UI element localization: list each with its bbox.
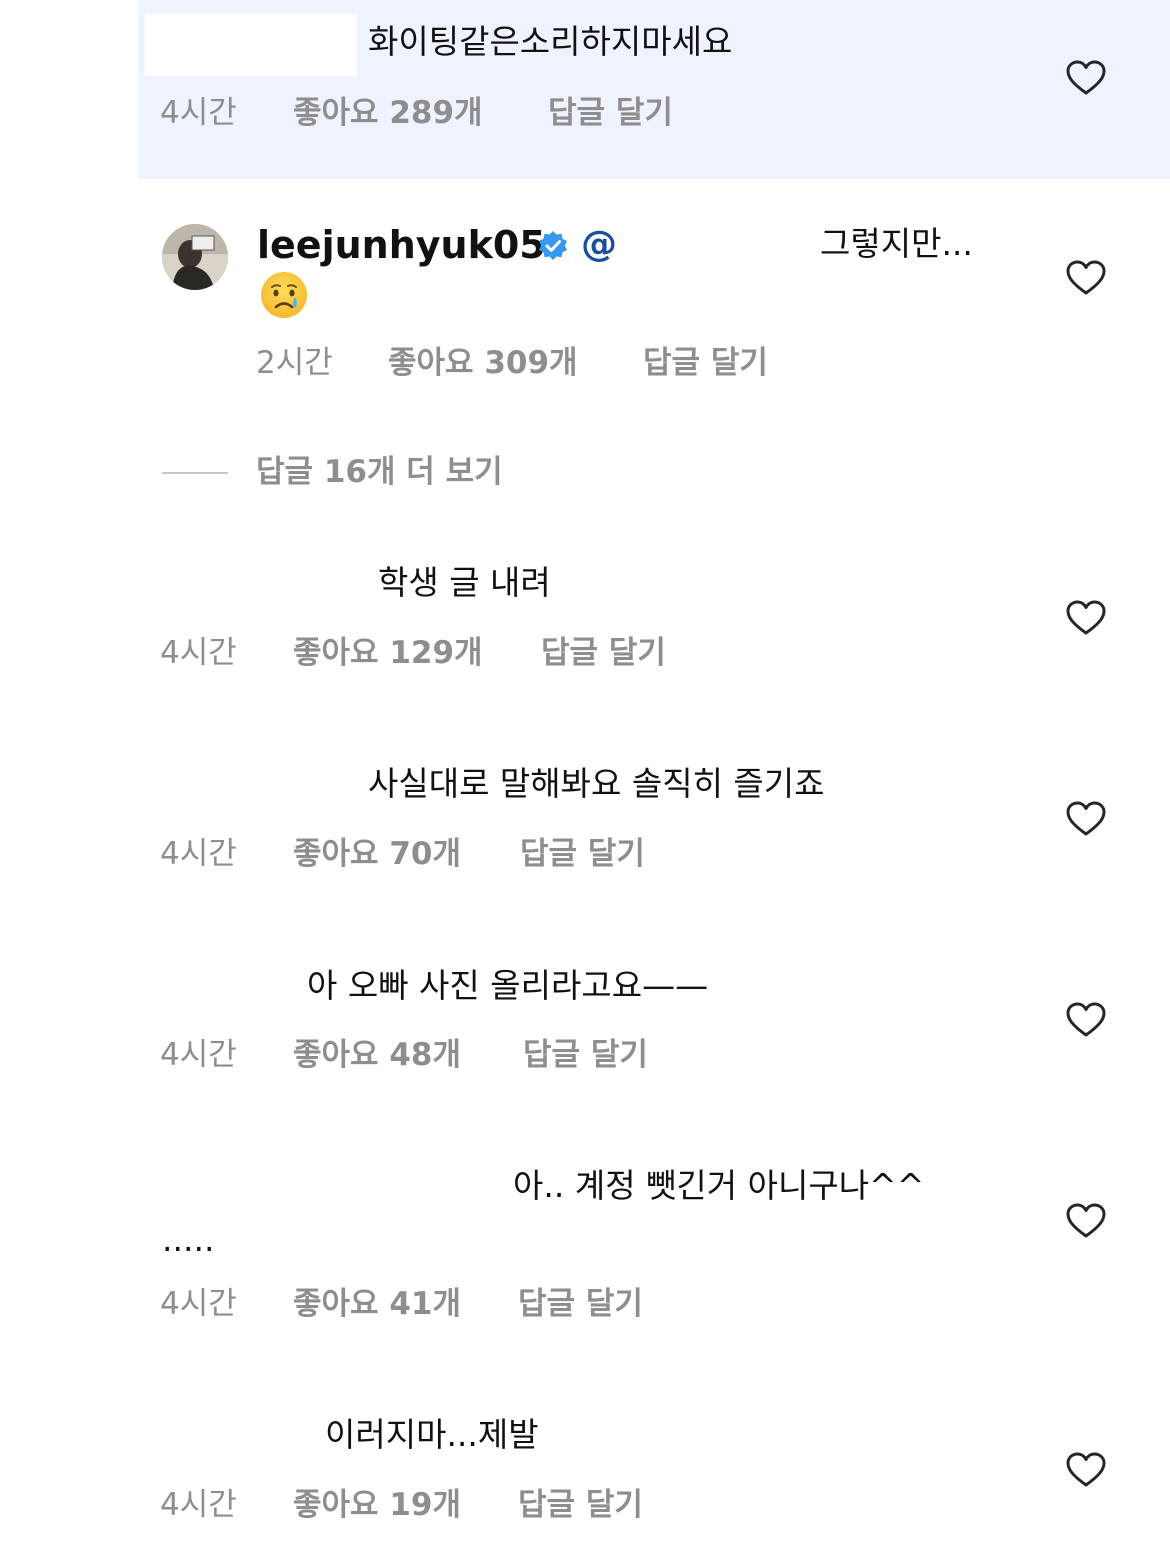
like-count[interactable]: 좋아요 48개 [293, 1035, 461, 1075]
comment-text: 학생 글 내려 [378, 563, 551, 602]
username[interactable]: leejunhyuk05 [257, 222, 546, 268]
redacted-username [145, 14, 357, 76]
reply-button[interactable]: 답글 달기 [523, 1035, 648, 1075]
comment-text: 이러지마...제발 [325, 1415, 539, 1454]
heart-icon[interactable] [1066, 801, 1106, 837]
like-count[interactable]: 좋아요 19개 [293, 1485, 461, 1525]
heart-icon[interactable] [1066, 1203, 1106, 1239]
comment-text: 그렇지만... [820, 224, 973, 263]
like-count[interactable]: 좋아요 309개 [388, 343, 578, 383]
heart-icon[interactable] [1066, 1002, 1106, 1038]
avatar[interactable] [162, 224, 228, 290]
comment-text: 아.. 계정 뺏긴거 아니구나^^ [513, 1166, 925, 1205]
comment-time: 4시간 [160, 1037, 237, 1073]
like-count[interactable]: 좋아요 41개 [293, 1284, 461, 1324]
heart-icon[interactable] [1066, 1452, 1106, 1488]
comment-time: 4시간 [160, 1487, 237, 1523]
comment-text-line2: ..... [162, 1220, 215, 1259]
view-more-replies-button[interactable]: 답글 16개 더 보기 [256, 452, 503, 492]
like-count[interactable]: 좋아요 129개 [293, 633, 483, 673]
reply-button[interactable]: 답글 달기 [643, 343, 768, 383]
heart-icon[interactable] [1066, 60, 1106, 96]
reply-button[interactable]: 답글 달기 [518, 1284, 643, 1324]
reply-button[interactable]: 답글 달기 [518, 1485, 643, 1525]
reply-button[interactable]: 답글 달기 [548, 93, 673, 133]
comment-time: 2시간 [256, 345, 333, 381]
verified-badge-icon [537, 230, 569, 262]
comment-time: 4시간 [160, 836, 237, 872]
comment-text: 아 오빠 사진 올리라고요—— [307, 966, 709, 1005]
reply-button[interactable]: 답글 달기 [541, 633, 666, 673]
heart-icon[interactable] [1066, 260, 1106, 296]
comment-time: 4시간 [160, 635, 237, 671]
mention-link[interactable]: @ [581, 222, 617, 268]
replies-divider-line [162, 472, 228, 474]
like-count[interactable]: 좋아요 70개 [293, 834, 461, 874]
crying-face-icon [259, 270, 309, 320]
reply-button[interactable]: 답글 달기 [520, 834, 645, 874]
like-count[interactable]: 좋아요 289개 [293, 93, 483, 133]
heart-icon[interactable] [1066, 600, 1106, 636]
comment-time: 4시간 [160, 95, 237, 131]
comment-time: 4시간 [160, 1286, 237, 1322]
comment-text: 사실대로 말해봐요 솔직히 즐기죠 [368, 764, 825, 803]
comment-text: 화이팅같은소리하지마세요 [368, 22, 733, 61]
